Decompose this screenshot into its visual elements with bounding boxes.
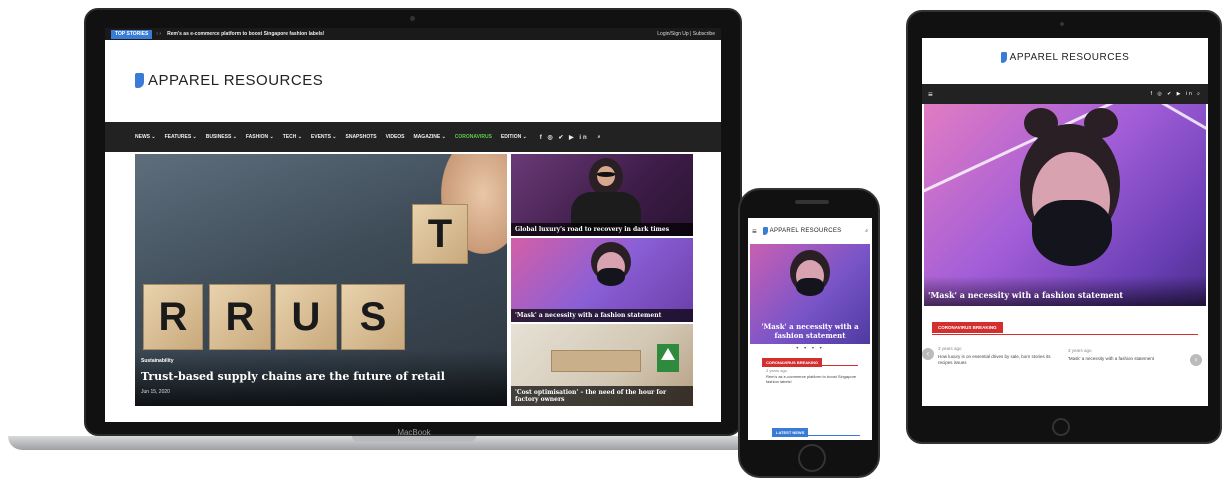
tablet-home-button <box>1052 418 1070 436</box>
hero-article[interactable]: T R R U S Sustainability Trust-based sup… <box>135 154 507 406</box>
carousel-dots[interactable]: • • • • <box>748 346 872 352</box>
ticker-arrows-icon[interactable]: ‹ › <box>156 31 161 37</box>
hero-category-tag[interactable]: Sustainability <box>141 358 501 364</box>
top-stories-label[interactable]: TOP STORIES <box>111 29 153 39</box>
tablet-logo[interactable]: APPAREL RESOURCES <box>922 52 1208 63</box>
nav-item-magazine[interactable]: MAGAZINE ⌄ <box>414 134 446 140</box>
story-text: 'Mask' a necessity with a fashion statem… <box>1068 356 1155 361</box>
nav-item-news[interactable]: NEWS ⌄ <box>135 134 156 140</box>
cube-letter: T <box>412 204 468 264</box>
tablet-hero-title: 'Mask' a necessity with a fashion statem… <box>924 276 1206 306</box>
prev-arrow-icon[interactable]: ‹ <box>922 348 934 360</box>
nav-item-videos[interactable]: VIDEOS <box>386 134 405 140</box>
menu-icon[interactable]: ≡ <box>928 90 933 99</box>
tablet-logo-text: APPAREL RESOURCES <box>1009 52 1130 63</box>
social-icons[interactable]: f ◎ ✔ ▶ in ⌕ <box>1151 91 1202 97</box>
tablet-screen: APPAREL RESOURCES ≡ f ◎ ✔ ▶ in ⌕ 'Mask' … <box>922 38 1208 406</box>
article-card-title: 'Mask' a necessity with a fashion statem… <box>511 309 693 322</box>
logo-area: APPAREL RESOURCES <box>105 40 721 122</box>
story-item[interactable]: 3 years ago 'Mask' a necessity with a fa… <box>1068 348 1186 362</box>
login-signup-link[interactable]: Login/Sign Up | Subscribe <box>657 31 715 37</box>
nav-item-business[interactable]: BUSINESS ⌄ <box>206 134 237 140</box>
phone-hero-title: 'Mask' a necessity with a fashion statem… <box>761 322 859 340</box>
up-arrow-icon <box>661 348 675 360</box>
phone-speaker <box>795 200 829 204</box>
section-label: CORONAVIRUS BREAKING <box>932 322 1003 333</box>
logo-mark-icon <box>135 73 144 88</box>
hero-caption: Sustainability Trust-based supply chains… <box>135 350 507 406</box>
story-time: 3 years ago <box>766 368 787 373</box>
nav-item-edition[interactable]: EDITION ⌄ <box>501 134 527 140</box>
site-logo-text: APPAREL RESOURCES <box>148 72 324 89</box>
tablet-hero[interactable]: 'Mask' a necessity with a fashion statem… <box>924 104 1206 306</box>
hero-date: Jun 15, 2020 <box>141 389 170 395</box>
menu-icon[interactable]: ≡ <box>752 227 757 236</box>
phone-header: ≡ APPAREL RESOURCES ⌕ <box>748 218 872 244</box>
social-icons[interactable]: f ◎ ✔ ▶ in <box>540 134 589 141</box>
article-card[interactable]: 'Mask' a necessity with a fashion statem… <box>511 238 693 322</box>
nav-item-snapshots[interactable]: SNAPSHOTS <box>346 134 377 140</box>
nav-item-features[interactable]: FEATURES ⌄ <box>165 134 197 140</box>
story-time: 3 years ago <box>1068 348 1092 353</box>
nav-item-events[interactable]: EVENTS ⌄ <box>311 134 337 140</box>
phone-hero[interactable]: 'Mask' a necessity with a fashion statem… <box>750 244 870 344</box>
story-text: How luxury is on essential drives by sal… <box>938 354 1051 365</box>
story-time: 3 years ago <box>938 346 962 351</box>
nav-item-coronavirus[interactable]: CORONAVIRUS <box>455 134 492 140</box>
article-card[interactable]: 'Cost optimisation' – the need of the ho… <box>511 324 693 406</box>
phone-logo-text: APPAREL RESOURCES <box>769 228 842 234</box>
section-divider <box>762 365 858 366</box>
search-icon[interactable]: ⌕ <box>598 134 601 140</box>
top-bar: TOP STORIES ‹ › Rem's as e-commerce plat… <box>105 28 721 40</box>
cube-letter: U <box>275 284 337 350</box>
laptop-camera <box>410 16 415 21</box>
cube-letter: S <box>341 284 405 350</box>
mask-image <box>1032 200 1112 266</box>
article-card-title: Global luxury's road to recovery in dark… <box>511 223 693 236</box>
logo-mark-icon <box>762 227 768 235</box>
site-logo[interactable]: APPAREL RESOURCES <box>135 72 323 89</box>
next-arrow-icon[interactable]: › <box>1190 354 1202 366</box>
article-card[interactable]: Global luxury's road to recovery in dark… <box>511 154 693 236</box>
article-card-title: 'Cost optimisation' – the need of the ho… <box>511 386 693 406</box>
phone-home-button <box>798 444 826 472</box>
logo-mark-icon <box>1000 52 1007 63</box>
cube-letter: R <box>143 284 203 350</box>
macbook-label: MacBook <box>397 428 431 437</box>
hero-title[interactable]: Trust-based supply chains are the future… <box>141 370 501 383</box>
laptop-screen: TOP STORIES ‹ › Rem's as e-commerce plat… <box>105 28 721 422</box>
phone-logo[interactable]: APPAREL RESOURCES <box>762 227 866 235</box>
phone-screen: ≡ APPAREL RESOURCES ⌕ 'Mask' a necessity… <box>748 218 872 440</box>
main-nav: NEWS ⌄ FEATURES ⌄ BUSINESS ⌄ FASHION ⌄ T… <box>105 122 721 152</box>
sunglasses-image <box>597 172 615 177</box>
section-divider <box>932 334 1198 335</box>
story-text[interactable]: Rem's as e-commerce platform to boost Si… <box>766 374 862 384</box>
story-item[interactable]: 3 years ago How luxury is on essential d… <box>938 346 1056 366</box>
nav-item-fashion[interactable]: FASHION ⌄ <box>246 134 274 140</box>
nav-item-tech[interactable]: TECH ⌄ <box>283 134 302 140</box>
mask-image <box>597 268 625 286</box>
mask-image <box>796 278 824 296</box>
cost-blocks-image <box>551 350 641 372</box>
cube-letter: R <box>209 284 271 350</box>
ticker-headline[interactable]: Rem's as e-commerce platform to boost Si… <box>167 31 657 37</box>
tablet-nav: ≡ f ◎ ✔ ▶ in ⌕ <box>922 84 1208 104</box>
latest-divider <box>772 435 860 436</box>
search-icon[interactable]: ⌕ <box>865 228 868 234</box>
tablet-camera <box>1060 22 1064 26</box>
